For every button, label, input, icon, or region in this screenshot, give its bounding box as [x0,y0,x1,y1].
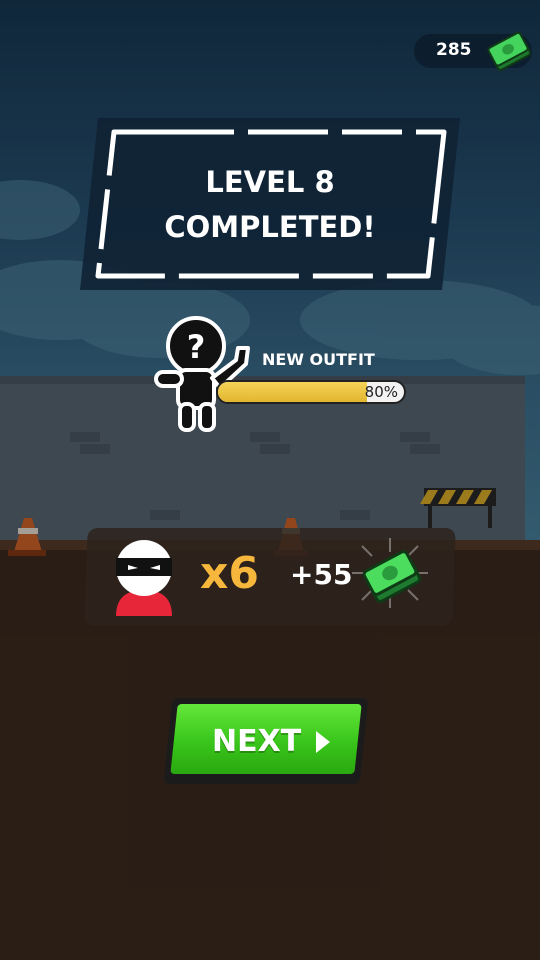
level-complete-title: LEVEL 8 COMPLETED! [80,160,460,250]
currency-amount: 285 [436,40,472,60]
cash-stack-icon [487,32,531,71]
new-outfit-label: NEW OUTFIT [262,350,375,369]
next-button[interactable]: NEXT [163,698,369,784]
play-arrow-icon [316,731,330,753]
masked-enemy-icon [116,540,172,616]
outfit-progress-bar: 80% [216,380,406,404]
cash-stack-icon [352,538,428,608]
question-mark-silhouette-icon: ? [154,316,250,432]
next-button-label: NEXT [212,724,302,759]
kill-multiplier: x6 [200,548,259,599]
level-title-line2: COMPLETED! [164,210,376,244]
reward-amount: +55 [290,558,353,591]
outfit-progress-text: 80% [364,383,398,401]
svg-text:?: ? [187,328,206,366]
outfit-progress-fill [218,382,367,402]
level-title-line1: LEVEL 8 [205,165,335,199]
